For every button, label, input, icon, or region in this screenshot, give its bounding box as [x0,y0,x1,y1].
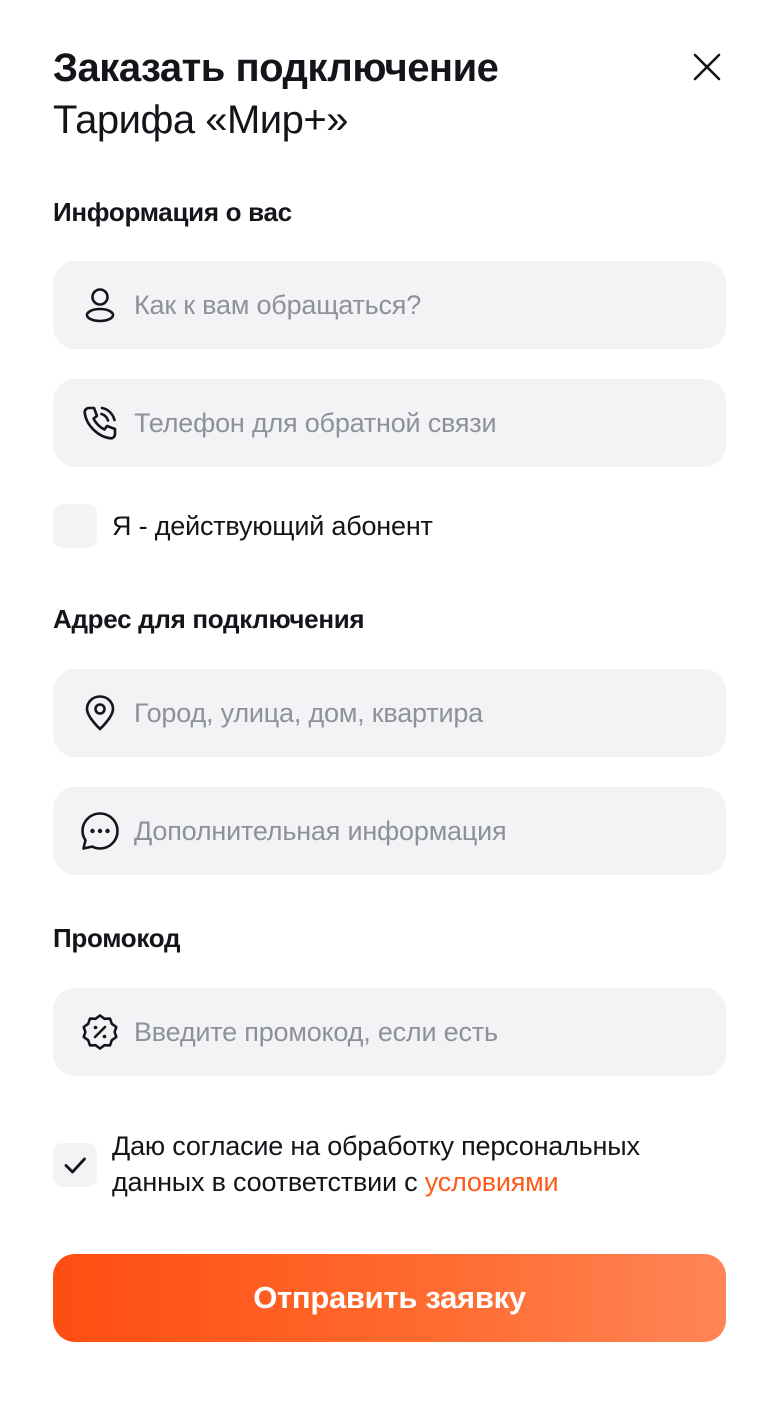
consent-text: Даю согласие на обработку персональных д… [112,1131,640,1197]
address-input[interactable] [134,697,694,729]
phone-input[interactable] [134,407,694,439]
section-title-about: Информация о вас [53,197,292,227]
consent-checkbox[interactable] [53,1143,97,1187]
promo-input[interactable] [134,1016,694,1048]
section-title-address: Адрес для подключения [53,604,365,634]
checkmark-icon [64,1157,86,1174]
user-icon [79,284,121,326]
chat-bubble-icon [79,810,121,852]
close-icon [693,53,721,81]
modal-subtitle: Тарифа «Мир+» [53,98,349,142]
promo-field[interactable] [53,988,726,1076]
subscriber-checkbox-label[interactable]: Я - действующий абонент [112,504,433,548]
close-button[interactable] [684,44,730,90]
extra-info-input[interactable] [134,815,694,847]
location-pin-icon [79,692,121,734]
order-connection-modal: Заказать подключение Тарифа «Мир+» Инфор… [0,0,779,1417]
modal-title: Заказать подключение [53,46,499,90]
consent-checkbox-row[interactable]: Даю согласие на обработку персональных д… [53,1128,692,1200]
extra-info-field[interactable] [53,787,726,875]
address-field[interactable] [53,669,726,757]
submit-button[interactable]: Отправить заявку [53,1254,726,1342]
phone-field[interactable] [53,379,726,467]
subscriber-checkbox[interactable] [53,504,97,548]
consent-label: Даю согласие на обработку персональных д… [112,1128,692,1200]
name-input[interactable] [134,289,694,321]
phone-icon [79,402,121,444]
terms-link[interactable]: условиями [425,1167,559,1197]
subscriber-checkbox-row[interactable]: Я - действующий абонент [53,504,433,548]
section-title-promo: Промокод [53,923,181,953]
discount-badge-icon [79,1011,121,1053]
name-field[interactable] [53,261,726,349]
